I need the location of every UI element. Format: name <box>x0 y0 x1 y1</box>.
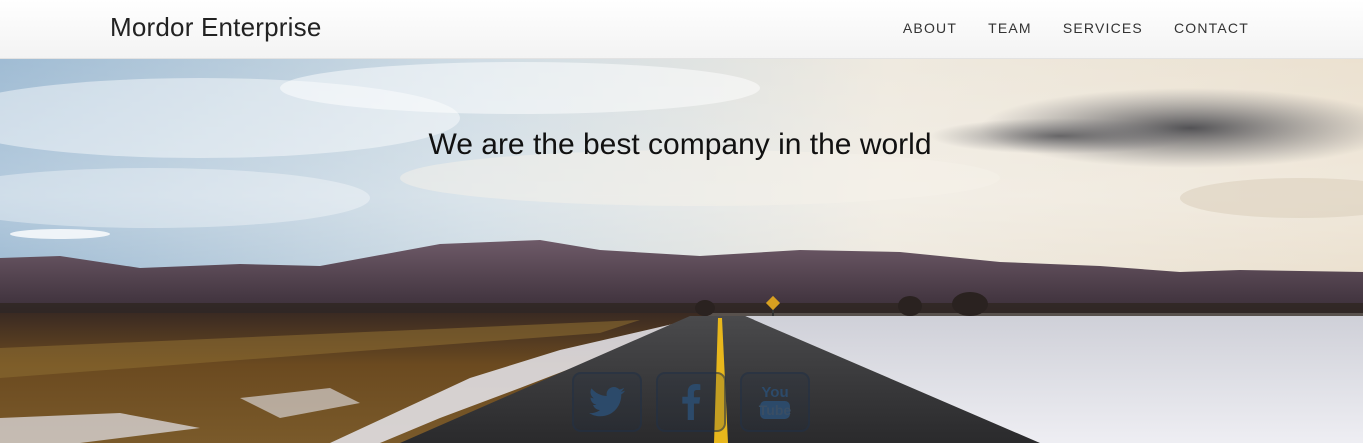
brand-logo-text[interactable]: Mordor Enterprise <box>110 12 321 43</box>
twitter-icon <box>589 387 625 417</box>
nav-link-team[interactable]: TEAM <box>988 20 1032 36</box>
top-navbar: Mordor Enterprise ABOUT TEAM SERVICES CO… <box>0 0 1363 59</box>
svg-text:Tube: Tube <box>759 402 792 418</box>
hero-headline: We are the best company in the world <box>428 128 932 161</box>
nav-link-contact[interactable]: CONTACT <box>1174 20 1249 36</box>
hero-section: We are the best company in the world You… <box>0 58 1363 443</box>
svg-text:You: You <box>761 384 788 401</box>
facebook-icon <box>682 384 701 420</box>
twitter-button[interactable] <box>572 372 642 432</box>
nav-links: ABOUT TEAM SERVICES CONTACT <box>872 20 1249 36</box>
youtube-icon: You Tube <box>759 384 792 419</box>
social-links: You Tube <box>572 372 824 432</box>
youtube-button[interactable]: You Tube <box>740 372 810 432</box>
nav-link-about[interactable]: ABOUT <box>903 20 957 36</box>
nav-link-services[interactable]: SERVICES <box>1063 20 1143 36</box>
facebook-button[interactable] <box>656 372 726 432</box>
